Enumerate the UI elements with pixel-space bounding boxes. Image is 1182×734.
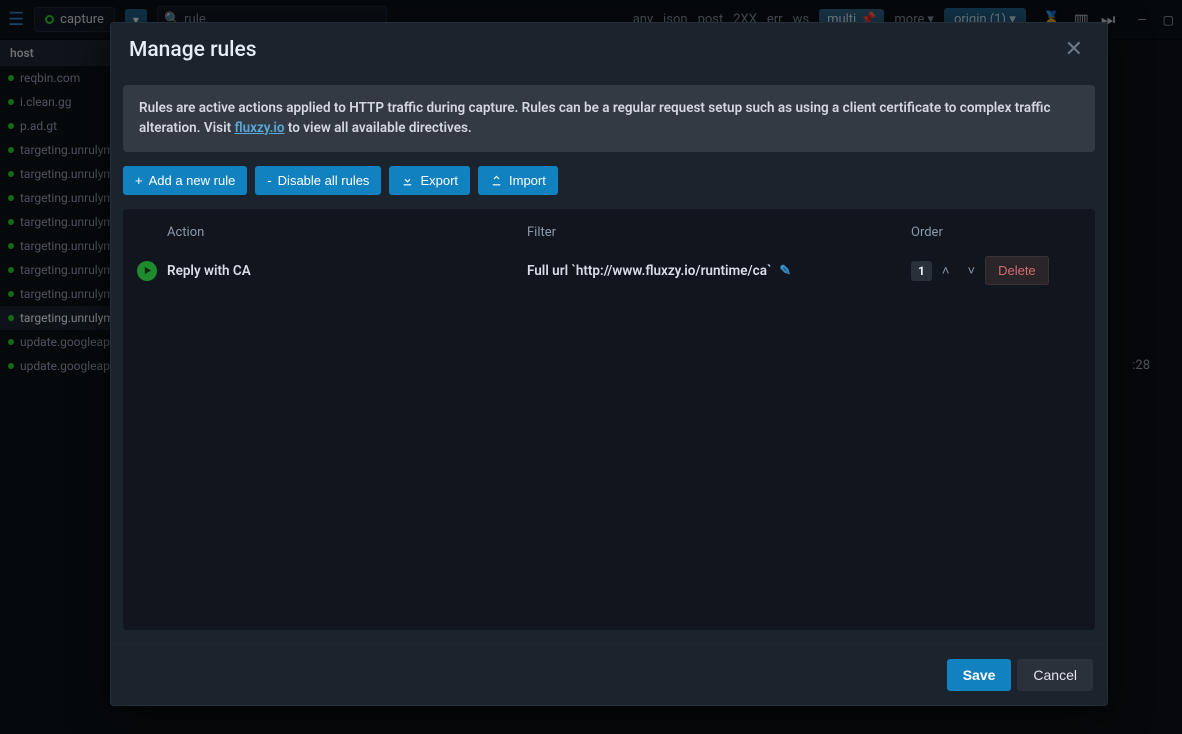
delete-button[interactable]: Delete bbox=[985, 256, 1049, 285]
cancel-button[interactable]: Cancel bbox=[1017, 659, 1093, 691]
import-button[interactable]: Import bbox=[478, 166, 558, 195]
disable-all-button[interactable]: - Disable all rules bbox=[255, 166, 381, 195]
info-link[interactable]: fluxzy.io bbox=[234, 120, 284, 136]
col-action: Action bbox=[167, 225, 527, 240]
rule-row: Reply with CAFull url `http://www.fluxzy… bbox=[137, 250, 1081, 291]
order-down-icon[interactable]: ˅ bbox=[967, 263, 975, 279]
export-button[interactable]: Export bbox=[389, 166, 470, 195]
rule-action: Reply with CA bbox=[167, 263, 527, 279]
download-icon bbox=[401, 174, 414, 187]
upload-icon bbox=[490, 174, 503, 187]
order-up-icon[interactable]: ˄ bbox=[942, 263, 950, 279]
rule-filter: Full url `http://www.fluxzy.io/runtime/c… bbox=[527, 263, 911, 279]
minus-icon: - bbox=[267, 173, 271, 188]
add-rule-button[interactable]: + Add a new rule bbox=[123, 166, 247, 195]
close-icon[interactable]: ✕ bbox=[1059, 37, 1089, 63]
col-order: Order bbox=[911, 225, 1081, 240]
order-badge: 1 bbox=[911, 261, 932, 281]
manage-rules-modal: Manage rules ✕ Rules are active actions … bbox=[110, 22, 1108, 706]
plus-icon: + bbox=[135, 173, 143, 188]
edit-icon[interactable]: ✎ bbox=[779, 263, 791, 279]
play-icon[interactable] bbox=[137, 261, 157, 281]
col-filter: Filter bbox=[527, 225, 911, 240]
rules-table: Action Filter Order Reply with CAFull ur… bbox=[123, 209, 1095, 630]
modal-title: Manage rules bbox=[129, 38, 257, 62]
save-button[interactable]: Save bbox=[947, 659, 1012, 691]
info-banner: Rules are active actions applied to HTTP… bbox=[123, 85, 1095, 152]
